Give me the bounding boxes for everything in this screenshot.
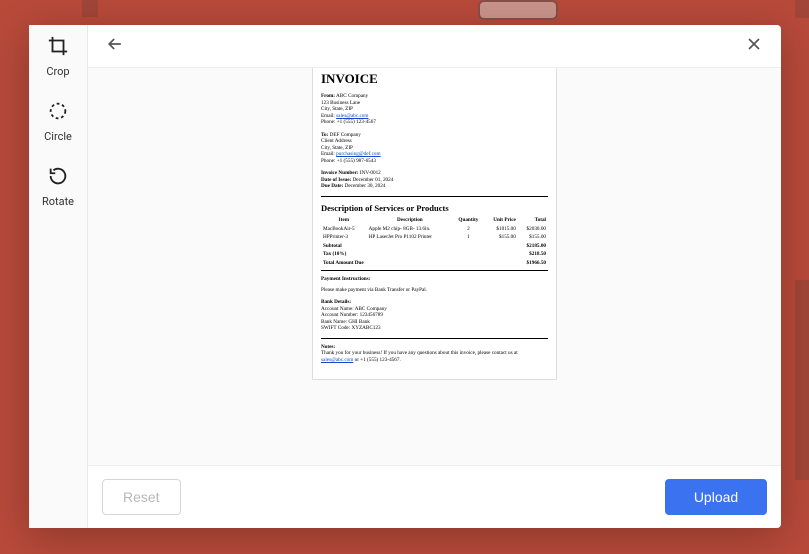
notes-block: Notes: Thank you for your business! If y… [321,344,548,364]
doc-title: INVOICE [321,71,548,87]
reset-button[interactable]: Reset [102,479,181,515]
bank-block: Bank Details: Account Name: ABC Company … [321,299,548,332]
footer: Reset Upload [88,466,781,528]
rotate-icon [47,165,69,191]
to-block: To: DEF Company Client Address City, Sta… [321,132,548,165]
image-editor-modal: Crop Circle Rotate [29,25,781,528]
close-button[interactable] [741,33,767,59]
arrow-left-icon [105,34,125,58]
desc-heading: Description of Services or Products [321,203,548,214]
tool-sidebar: Crop Circle Rotate [29,25,88,528]
upload-button[interactable]: Upload [665,479,767,515]
doc-divider [321,196,548,197]
circle-tool[interactable]: Circle [44,100,72,143]
crop-icon [47,35,69,61]
meta-block: Invoice Number: INV-0012 Date of Issue: … [321,170,548,190]
line-items-table: Item Description Quantity Unit Price Tot… [321,216,548,242]
from-block: From: ABC Company 123 Business Lane City… [321,93,548,126]
table-row: HPPrinter-3 HP LaserJet Pro P1102 Printe… [321,233,548,242]
topbar [88,25,781,67]
circle-icon [47,100,69,126]
main-panel: INVOICE From: ABC Company 123 Business L… [88,25,781,528]
rotate-tool[interactable]: Rotate [42,165,74,208]
rotate-label: Rotate [42,195,74,208]
close-icon [744,34,764,58]
crop-label: Crop [46,65,69,78]
document-preview[interactable]: INVOICE From: ABC Company 123 Business L… [312,67,557,380]
payment-block: Payment Instructions: Please make paymen… [321,276,548,293]
back-button[interactable] [102,33,128,59]
doc-divider [321,270,548,271]
circle-label: Circle [44,130,72,143]
canvas-area: INVOICE From: ABC Company 123 Business L… [88,67,781,466]
doc-divider [321,338,548,339]
table-row: MacBookAir-5 Apple M2 chip- 8GB- 13.6in.… [321,225,548,234]
summary-table: Subtotal$2185.00 Tax (10%)$218.50 Total … [321,242,548,268]
crop-tool[interactable]: Crop [46,35,69,78]
